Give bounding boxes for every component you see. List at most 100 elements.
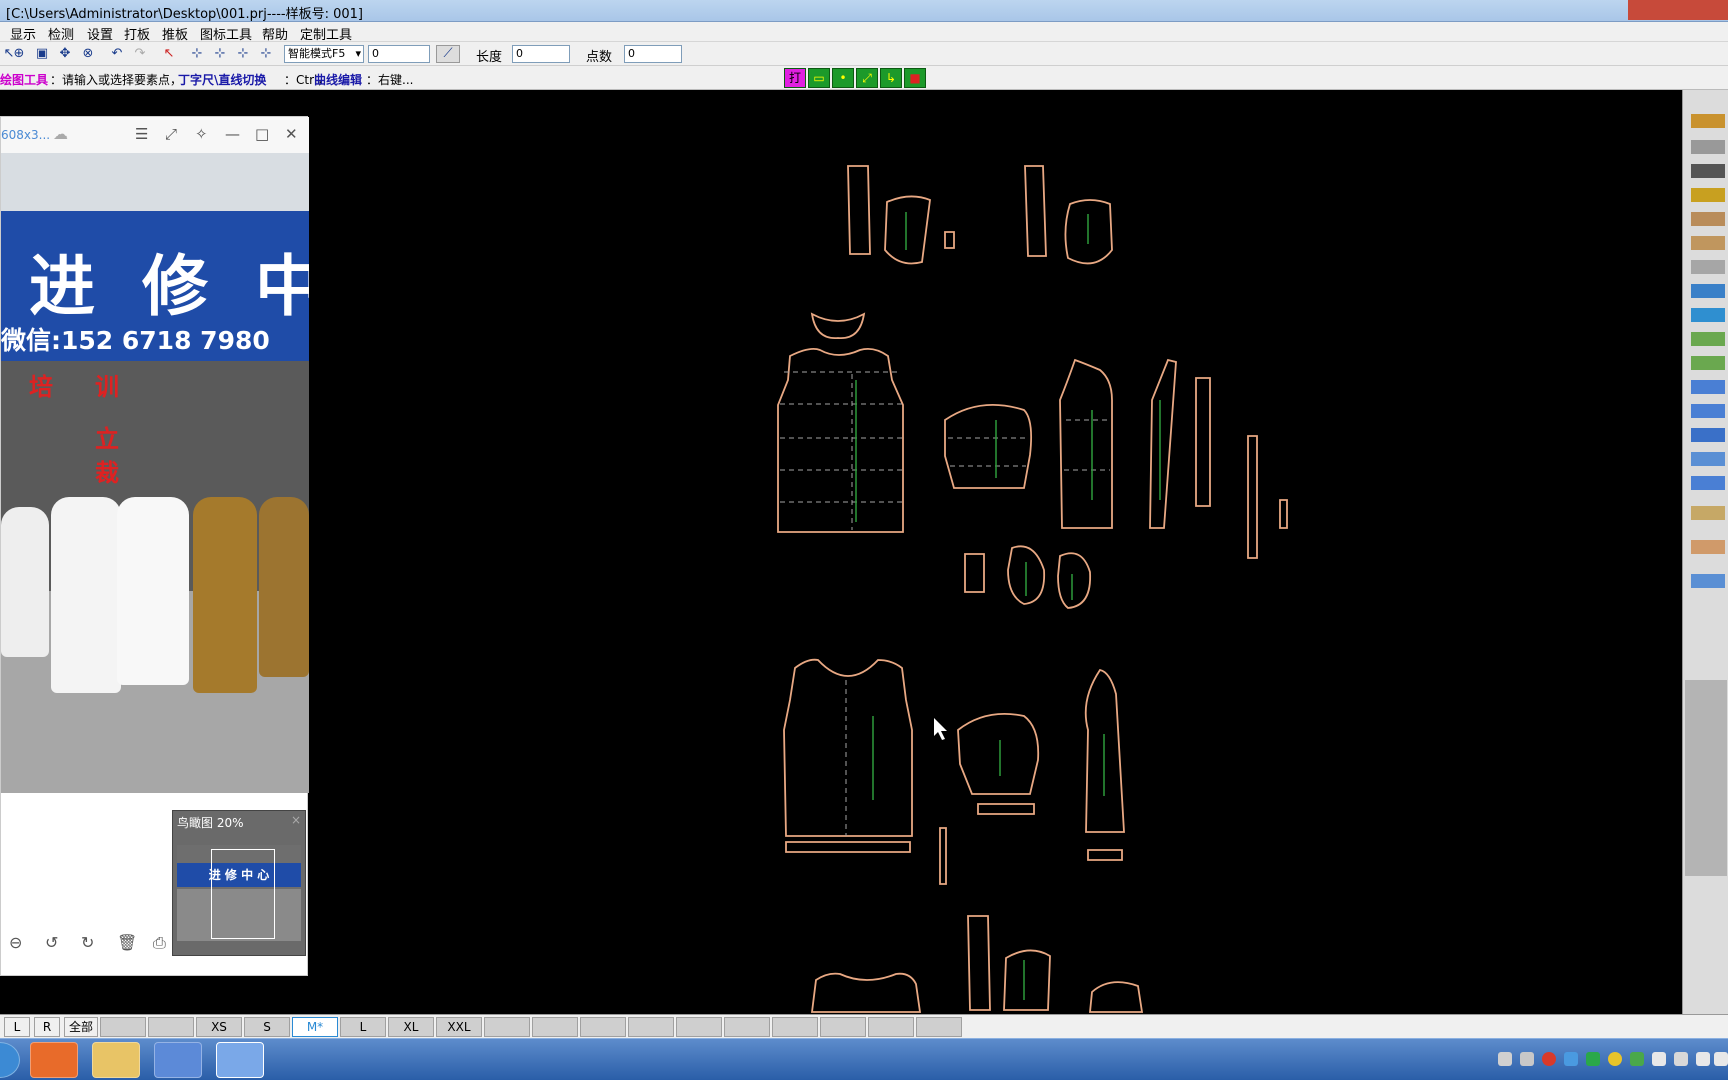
menu-settings[interactable]: 设置 — [87, 24, 113, 43]
size-tab[interactable] — [532, 1017, 578, 1037]
draft-mode-button[interactable]: 打 — [784, 68, 806, 88]
line-tool-icon[interactable] — [1691, 284, 1725, 298]
redo-icon[interactable]: ↷ — [131, 45, 149, 63]
network-icon[interactable] — [1696, 1052, 1710, 1066]
size-tab-l[interactable]: L — [340, 1017, 386, 1037]
close-icon[interactable]: ✕ — [285, 125, 298, 143]
size-tab-all[interactable]: 全部 — [64, 1017, 98, 1037]
cloud-upload-icon[interactable]: ☁ — [53, 125, 68, 143]
size-tab-xl[interactable]: XL — [388, 1017, 434, 1037]
maximize-icon[interactable]: □ — [255, 125, 269, 143]
point-button[interactable]: • — [832, 68, 854, 88]
point-tool-icon[interactable]: ⊹ — [188, 45, 206, 63]
menu-custom-tools[interactable]: 定制工具 — [300, 24, 352, 43]
mirror-tool-icon[interactable] — [1691, 452, 1725, 466]
menu-draft[interactable]: 打板 — [124, 24, 150, 43]
menu-icon[interactable]: ☰ — [135, 125, 148, 143]
rect-button[interactable]: ▭ — [808, 68, 830, 88]
speaker-icon[interactable] — [1714, 1052, 1728, 1066]
ruler-icon[interactable] — [1691, 140, 1725, 154]
size-tab-m-base[interactable]: M* — [292, 1017, 338, 1037]
tape-icon[interactable] — [1691, 188, 1725, 202]
birdseye-thumbnail[interactable]: 进 修 中 心 — [177, 845, 301, 941]
menu-check[interactable]: 检测 — [48, 24, 74, 43]
menu-icon-tools[interactable]: 图标工具 — [200, 24, 252, 43]
taskbar-photos-icon[interactable] — [154, 1042, 202, 1078]
delete-element-icon[interactable]: ↖ — [160, 45, 178, 63]
curve-tool-icon[interactable] — [1691, 428, 1725, 442]
mode-select[interactable]: 智能模式F5 ▾ — [284, 45, 364, 63]
record-icon[interactable] — [1542, 1052, 1556, 1066]
size-tab-xxl[interactable]: XXL — [436, 1017, 482, 1037]
point-tool-3-icon[interactable]: ⊹ — [234, 45, 252, 63]
usb-icon[interactable] — [1652, 1052, 1666, 1066]
size-tab[interactable] — [868, 1017, 914, 1037]
set-square-icon[interactable] — [1691, 212, 1725, 226]
size-tab[interactable] — [148, 1017, 194, 1037]
length-field[interactable]: 0 — [512, 45, 570, 63]
notch-tool-icon[interactable] — [1691, 506, 1725, 520]
pleat-tool-icon[interactable] — [1691, 356, 1725, 370]
rect-tool-icon[interactable] — [1691, 404, 1725, 418]
size-tab[interactable]: L — [4, 1017, 30, 1037]
zoom-in-icon[interactable]: ⊕ — [10, 45, 28, 63]
size-tab[interactable] — [820, 1017, 866, 1037]
keyboard-icon[interactable] — [1498, 1052, 1512, 1066]
grid-tool-icon[interactable] — [1691, 380, 1725, 394]
pan-icon[interactable]: ✥ — [56, 45, 74, 63]
point-tool-2-icon[interactable]: ⊹ — [211, 45, 229, 63]
dart-tool-icon[interactable] — [1691, 332, 1725, 346]
taskbar-cad-icon[interactable] — [216, 1042, 264, 1078]
angle-ruler-icon[interactable] — [1691, 236, 1725, 250]
fit-page-icon[interactable]: ▣ — [33, 45, 51, 63]
birdseye-viewport[interactable] — [211, 849, 275, 939]
rotate-right-icon[interactable]: ↻ — [81, 933, 94, 952]
volume-icon[interactable] — [1674, 1052, 1688, 1066]
scissors-icon[interactable] — [1691, 260, 1725, 274]
size-tab[interactable] — [772, 1017, 818, 1037]
fold-tool-icon[interactable] — [1691, 476, 1725, 490]
rotate-left-icon[interactable]: ↺ — [45, 933, 58, 952]
arrow-tool-icon[interactable] — [1691, 308, 1725, 322]
window-controls[interactable] — [1628, 0, 1728, 20]
undo-icon[interactable]: ↶ — [108, 45, 126, 63]
birdseye-close-icon[interactable]: × — [291, 813, 301, 827]
pencil-icon[interactable] — [1691, 114, 1725, 128]
size-tab[interactable] — [724, 1017, 770, 1037]
shield-icon[interactable] — [1586, 1052, 1600, 1066]
compass-icon[interactable] — [1691, 164, 1725, 178]
taskbar-folder-icon[interactable] — [92, 1042, 140, 1078]
menu-grade[interactable]: 推板 — [162, 24, 188, 43]
point-tool-4-icon[interactable]: ⊹ — [257, 45, 275, 63]
size-tab[interactable]: R — [34, 1017, 60, 1037]
start-button[interactable] — [0, 1042, 20, 1078]
angle-tool-icon[interactable]: ⟋ — [436, 45, 460, 63]
button-tool-icon[interactable] — [1691, 540, 1725, 554]
size-tab[interactable] — [628, 1017, 674, 1037]
menu-display[interactable]: 显示 — [10, 24, 36, 43]
zoom-window-icon[interactable]: ⊗ — [79, 45, 97, 63]
size-tab[interactable] — [580, 1017, 626, 1037]
trash-icon[interactable]: 🗑 — [117, 933, 137, 952]
corner-button[interactable]: ↳ — [880, 68, 902, 88]
measure-tool-icon[interactable] — [1691, 574, 1725, 588]
line-button[interactable]: ⤢ — [856, 68, 878, 88]
menu-help[interactable]: 帮助 — [262, 24, 288, 43]
size-tab[interactable] — [916, 1017, 962, 1037]
tray-expand-icon[interactable] — [1520, 1052, 1534, 1066]
cloud-icon[interactable] — [1564, 1052, 1578, 1066]
gpu-icon[interactable] — [1630, 1052, 1644, 1066]
minimize-icon[interactable]: — — [225, 125, 240, 143]
scrollbar[interactable] — [1685, 680, 1727, 876]
pin-icon[interactable]: ✧ — [195, 125, 208, 143]
taskbar-app-wps[interactable] — [30, 1042, 78, 1078]
size-tab[interactable] — [484, 1017, 530, 1037]
size-tab[interactable] — [100, 1017, 146, 1037]
plus-icon[interactable] — [1608, 1052, 1622, 1066]
print-icon[interactable]: ⎙ — [153, 933, 166, 953]
fullscreen-icon[interactable]: ⤢ — [165, 125, 177, 143]
zoom-out-icon[interactable]: ⊖ — [9, 933, 22, 952]
size-tab[interactable] — [676, 1017, 722, 1037]
stop-button[interactable]: ■ — [904, 68, 926, 88]
value-field[interactable]: 0 — [368, 45, 430, 63]
